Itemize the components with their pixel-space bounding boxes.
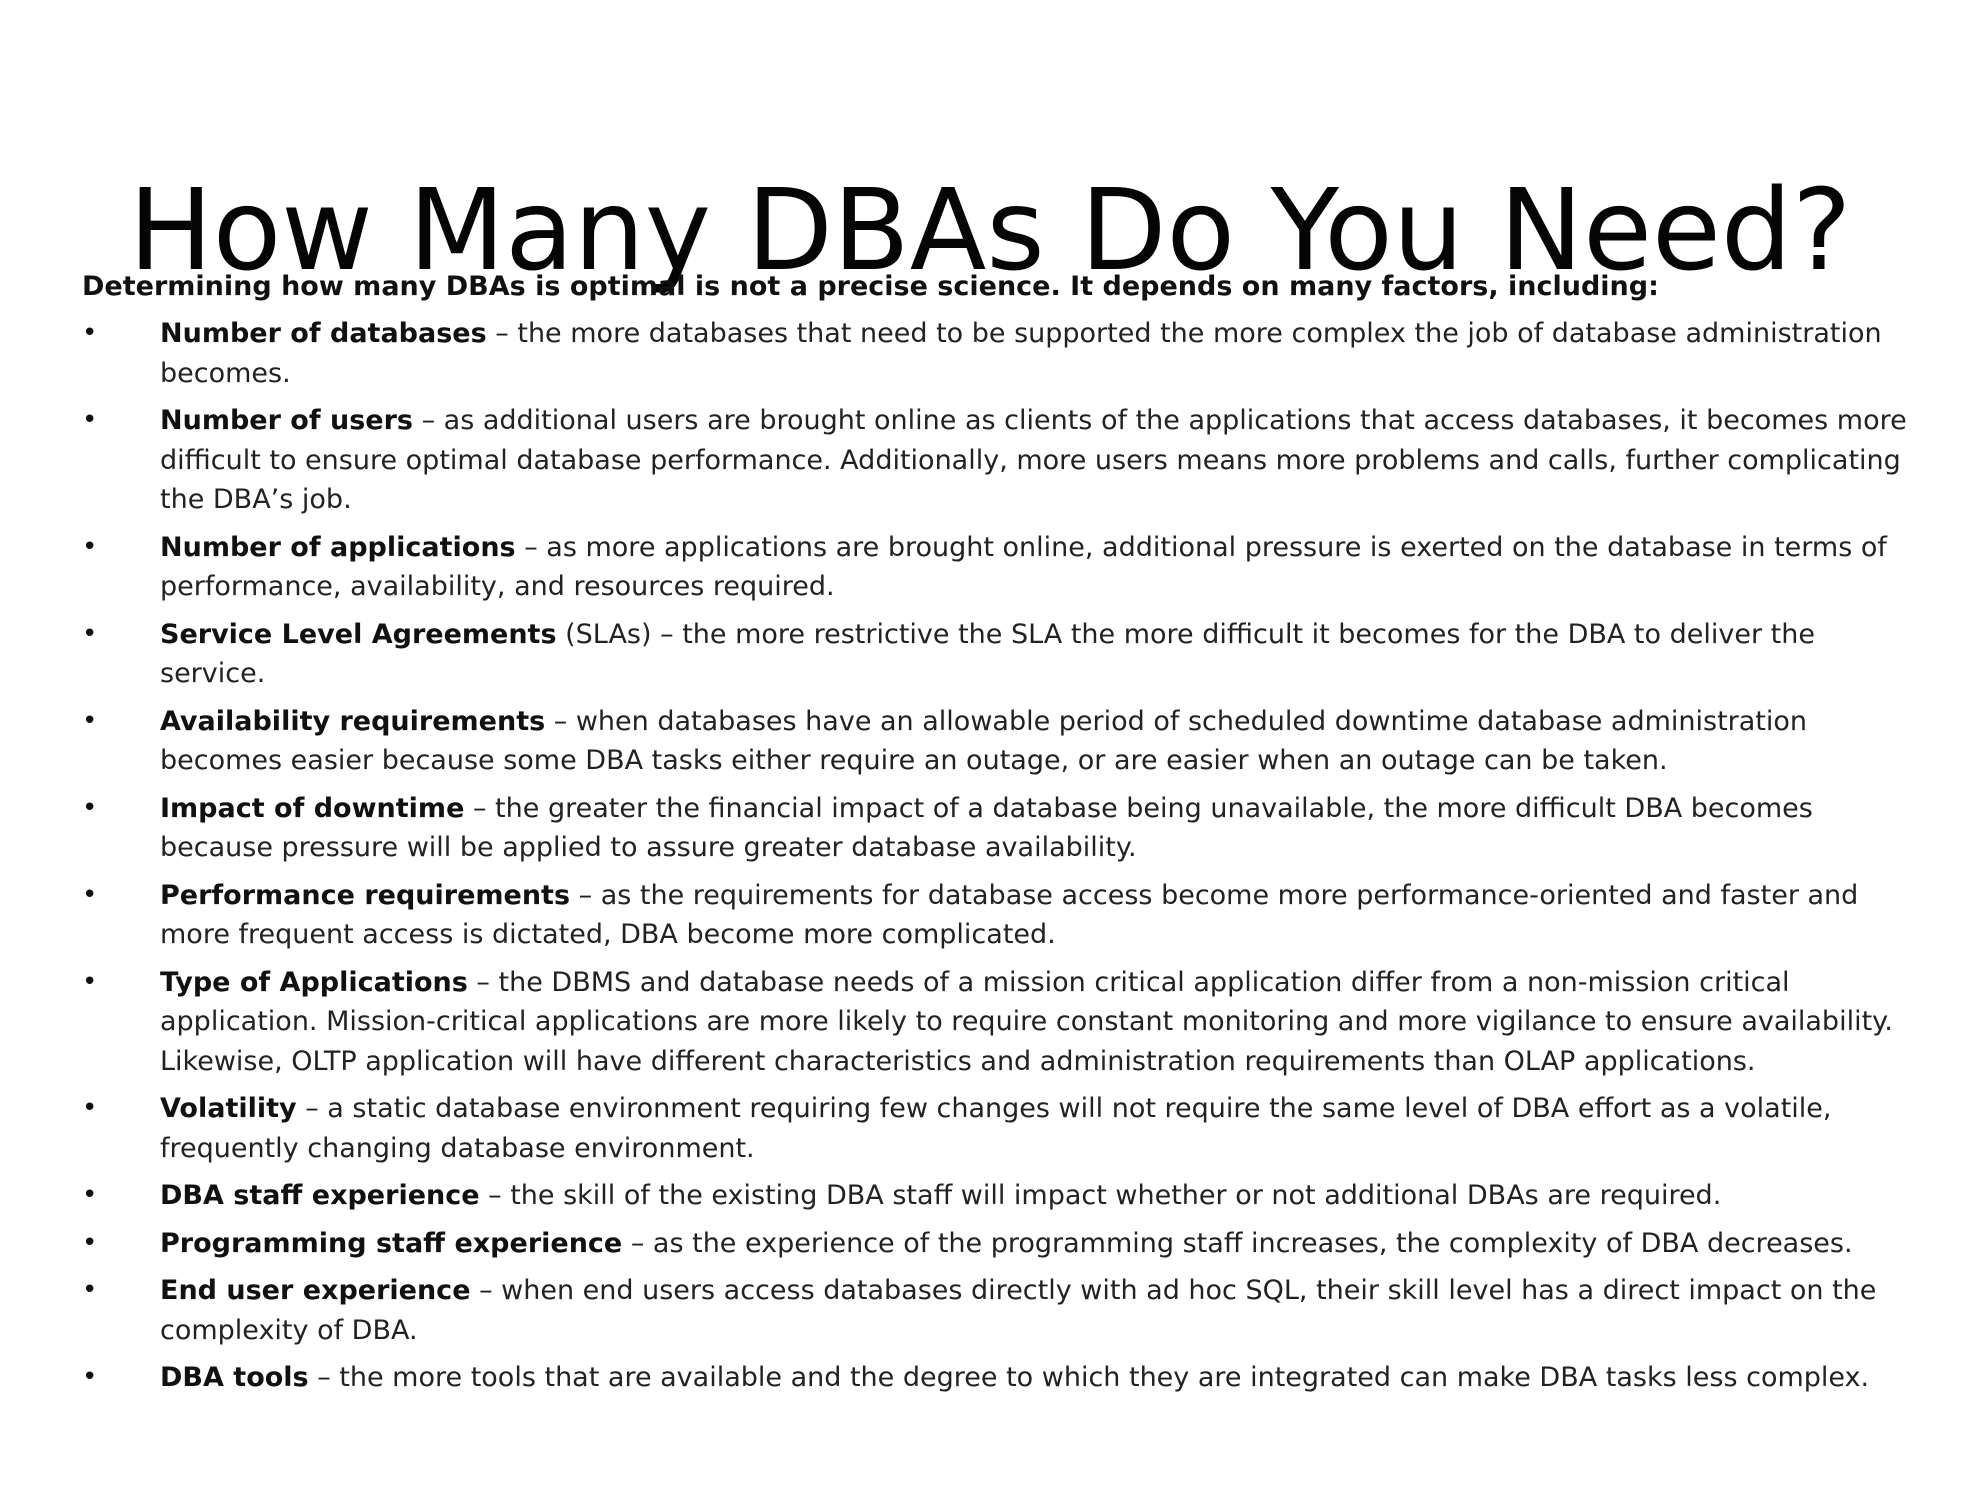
factor-term: Service Level Agreements [160, 618, 557, 650]
bullet-icon: • [82, 879, 98, 910]
factor-term: Number of databases [160, 318, 487, 349]
list-item: • DBA tools – the more tools that are ava… [82, 1358, 1922, 1398]
factor-description: – a static database environment requirin… [160, 1093, 1832, 1164]
bullet-icon: • [82, 1093, 98, 1123]
factor-term: Number of users [160, 405, 413, 436]
list-item: • DBA staff experience – the skill of the… [82, 1176, 1922, 1216]
factor-description: – the more tools that are available and … [308, 1362, 1870, 1393]
list-item: • Number of applications – as more applic… [82, 528, 1922, 607]
bullet-icon: • [82, 1180, 98, 1210]
factor-term: Availability requirements [160, 705, 546, 737]
bullet-icon: • [82, 1227, 98, 1258]
factor-description: – as the experience of the programming s… [622, 1227, 1853, 1259]
factor-list: • Number of databases – the more database… [82, 314, 1922, 1406]
factor-term: Type of Applications [160, 966, 468, 998]
list-item: • Volatility – a static database environm… [82, 1089, 1922, 1168]
list-item: • Number of users – as additional users a… [82, 401, 1922, 520]
document-page: How Many DBAs Do You Need? Determining h… [0, 0, 1980, 1485]
factor-term: Volatility [160, 1093, 297, 1124]
bullet-icon: • [82, 1362, 98, 1392]
factor-term: End user experience [160, 1275, 471, 1306]
list-item: • Type of Applications – the DBMS and dat… [82, 963, 1922, 1082]
factor-description: – as additional users are brought online… [160, 405, 1907, 515]
bullet-icon: • [82, 405, 98, 435]
list-item: • Impact of downtime – the greater the fi… [82, 789, 1922, 868]
factor-term: Performance requirements [160, 879, 571, 911]
bullet-icon: • [82, 318, 98, 348]
bullet-icon: • [82, 531, 98, 562]
factor-term: DBA staff experience [160, 1180, 480, 1211]
intro-paragraph: Determining how many DBAs is optimal is … [82, 271, 1659, 302]
list-item: • End user experience – when end users ac… [82, 1271, 1922, 1350]
bullet-icon: • [82, 1275, 98, 1305]
list-item: • Availability requirements – when databa… [82, 702, 1922, 781]
factor-term: Impact of downtime [160, 792, 465, 824]
list-item: • Number of databases – the more database… [82, 314, 1922, 393]
factor-description: – the skill of the existing DBA staff wi… [479, 1180, 1722, 1211]
bullet-icon: • [82, 618, 98, 649]
list-item: • Performance requirements – as the requi… [82, 876, 1922, 955]
bullet-icon: • [82, 705, 98, 736]
list-item: • Programming staff experience – as the e… [82, 1224, 1922, 1264]
bullet-icon: • [82, 792, 98, 823]
list-item: • Service Level Agreements (SLAs) – the m… [82, 615, 1922, 694]
factor-term: Programming staff experience [160, 1227, 623, 1259]
factor-term: Number of applications [160, 531, 516, 563]
factor-term: DBA tools [160, 1362, 309, 1393]
bullet-icon: • [82, 966, 98, 997]
